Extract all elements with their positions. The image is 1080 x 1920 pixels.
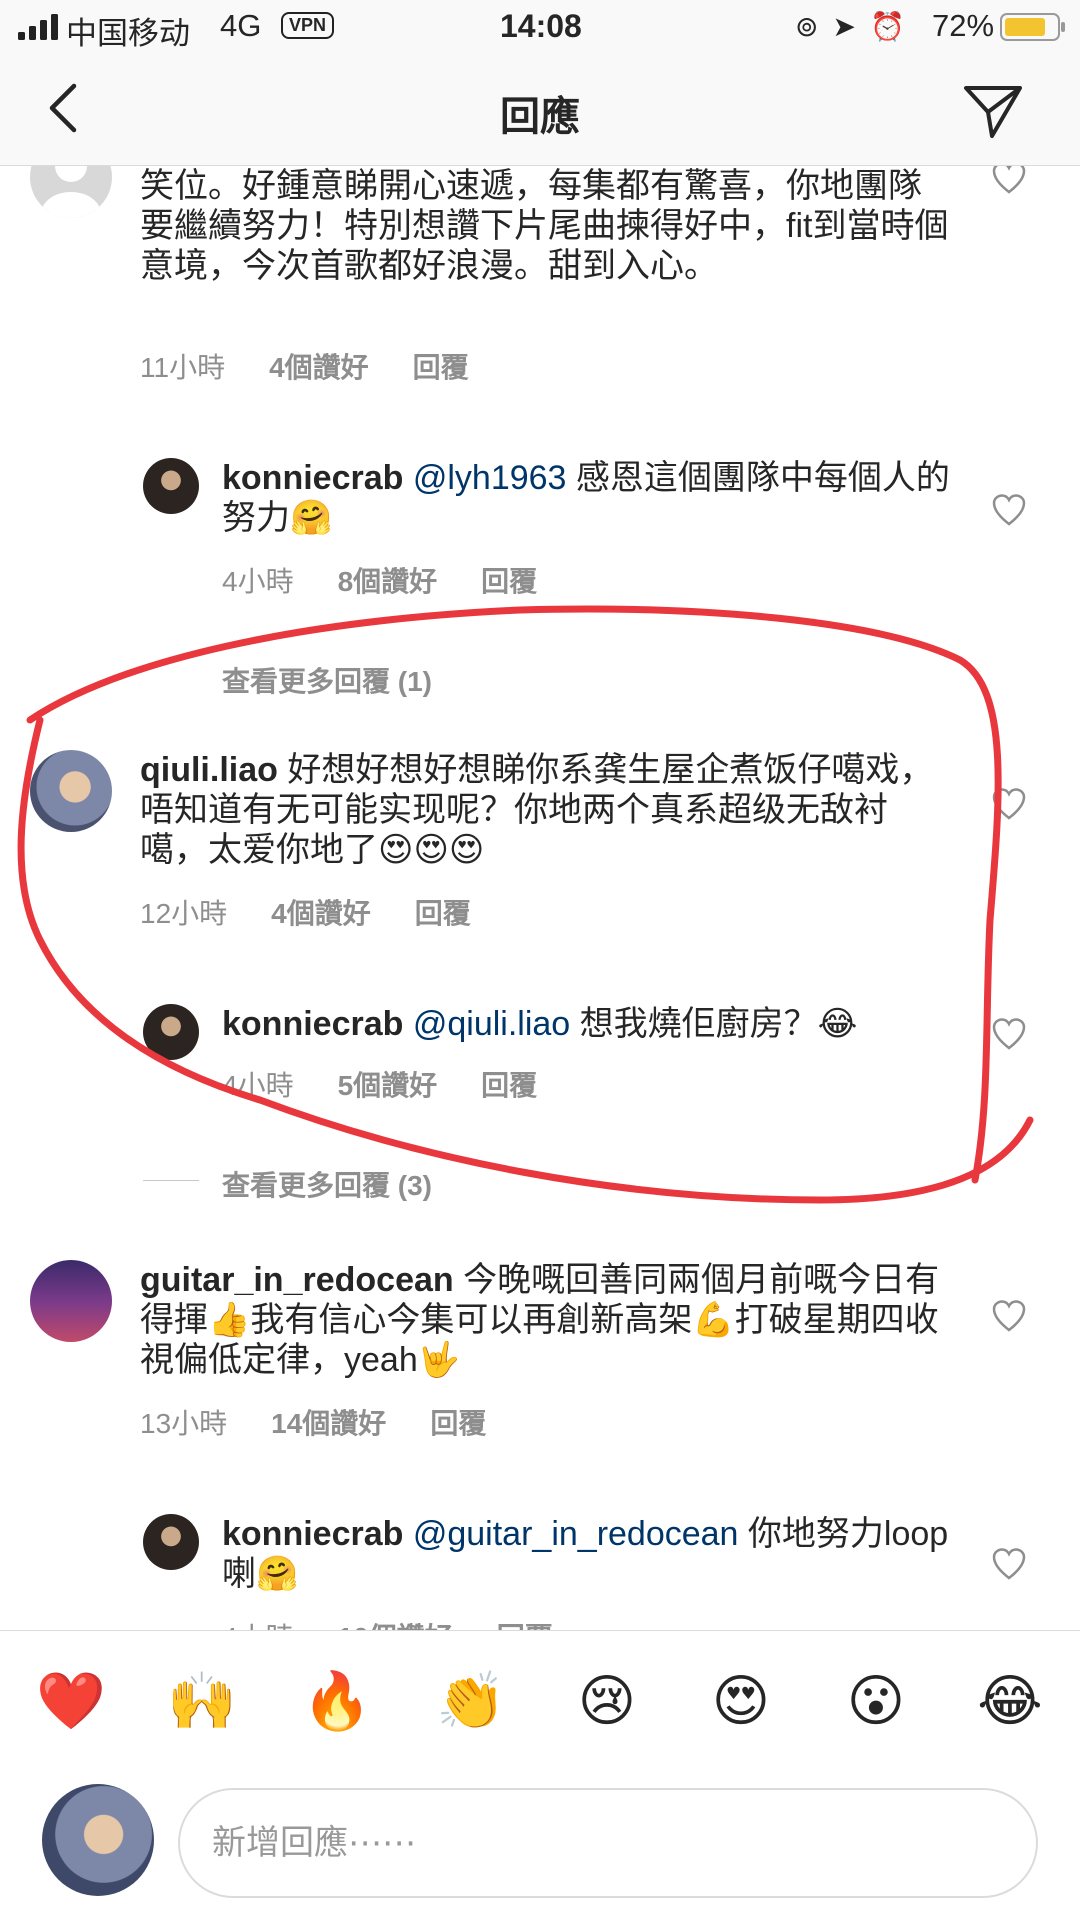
reply-button[interactable]: 回覆: [430, 1408, 486, 1439]
emoji-heart-button[interactable]: ❤️: [36, 1667, 106, 1737]
heart-icon[interactable]: [992, 1548, 1026, 1580]
mention-link[interactable]: @lyh1963: [413, 459, 567, 497]
reply-button[interactable]: 回覆: [413, 352, 469, 383]
heart-icon[interactable]: [992, 788, 1026, 820]
vpn-badge: VPN: [281, 12, 335, 39]
likes-count[interactable]: 14個讚好: [271, 1408, 386, 1439]
emoji-raising-hands-button[interactable]: 🙌: [167, 1667, 237, 1737]
avatar[interactable]: [143, 458, 199, 514]
comments-list: 笑位。好鍾意睇開心速遞，每集都有驚喜，你地團隊要繼續努力！特別想讚下片尾曲揀得好…: [0, 166, 1080, 1630]
rotation-lock-icon: ⊚: [795, 11, 833, 42]
quick-emoji-bar: ❤️ 🙌 🔥 👏 😢 😍 😮 😂: [0, 1630, 1080, 1770]
comment-text: konniecrab @lyh1963 感恩這個團隊中每個人的努力🤗: [222, 458, 982, 538]
reply-button[interactable]: 回覆: [415, 898, 471, 929]
direct-share-icon[interactable]: [960, 78, 1026, 144]
view-more-replies[interactable]: 查看更多回覆 (1): [222, 660, 432, 700]
avatar[interactable]: [30, 166, 112, 218]
username[interactable]: konniecrab: [222, 459, 403, 497]
emoji-cry-button[interactable]: 😢: [572, 1667, 642, 1737]
comment-meta: 12小時 4個讚好 回覆: [140, 892, 515, 932]
comment-input[interactable]: [178, 1788, 1038, 1898]
likes-count[interactable]: 10個讚好: [338, 1622, 453, 1630]
nav-header: 回應: [0, 56, 1080, 166]
alarm-icon: ⏰: [869, 11, 919, 42]
comment-time: 4小時: [222, 1070, 294, 1101]
likes-count[interactable]: 8個讚好: [338, 566, 438, 597]
comment-time: 12小時: [140, 898, 228, 929]
comment-body: 想我燒佢廚房？😂: [570, 1005, 858, 1043]
likes-count[interactable]: 4個讚好: [269, 352, 369, 383]
page-title: 回應: [500, 95, 580, 139]
mention-link[interactable]: @guitar_in_redocean: [413, 1515, 739, 1553]
heart-icon[interactable]: [992, 494, 1026, 526]
comment-text: konniecrab @guitar_in_redocean 你地努力loop喇…: [222, 1514, 982, 1594]
avatar[interactable]: [143, 1514, 199, 1570]
emoji-wow-button[interactable]: 😮: [841, 1667, 911, 1737]
mention-link[interactable]: @qiuli.liao: [413, 1005, 570, 1043]
username[interactable]: konniecrab: [222, 1005, 403, 1043]
username[interactable]: guitar_in_redocean: [140, 1261, 454, 1299]
heart-icon[interactable]: [992, 1300, 1026, 1332]
heart-icon[interactable]: [992, 166, 1026, 194]
avatar[interactable]: [30, 750, 112, 832]
username[interactable]: qiuli.liao: [140, 751, 278, 789]
comment-meta: 4小時 8個讚好 回覆: [222, 560, 581, 600]
reply-button[interactable]: 回覆: [497, 1622, 553, 1630]
clock: 14:08: [500, 8, 582, 44]
emoji-laugh-button[interactable]: 😂: [975, 1667, 1045, 1737]
system-icons: ⊚➤⏰: [795, 10, 919, 43]
comment-time: 11小時: [140, 352, 226, 383]
comment-text: konniecrab @qiuli.liao 想我燒佢廚房？😂: [222, 1004, 982, 1044]
my-avatar: [42, 1784, 154, 1896]
battery-icon: [1000, 13, 1065, 41]
signal-icon: [18, 14, 58, 40]
comment-meta: 11小時 4個讚好 回覆: [140, 346, 513, 386]
reply-button[interactable]: 回覆: [481, 1070, 537, 1101]
view-more-replies[interactable]: 查看更多回覆 (3): [222, 1164, 432, 1204]
battery-percent: 72%: [932, 8, 995, 43]
comment-meta: 4小時 10個讚好 回覆: [222, 1616, 597, 1630]
avatar[interactable]: [143, 1004, 199, 1060]
comment-meta: 13小時 14個讚好 回覆: [140, 1402, 530, 1442]
carrier-label: 中国移动: [66, 16, 190, 51]
comment-meta: 4小時 5個讚好 回覆: [222, 1064, 581, 1104]
divider: [143, 1180, 199, 1181]
comment-text: qiuli.liao 好想好想好想睇你系龚生屋企煮饭仔噶戏，唔知道有无可能实现呢…: [140, 750, 950, 870]
reply-button[interactable]: 回覆: [481, 566, 537, 597]
comment-text: guitar_in_redocean 今晚嘅回善同兩個月前嘅今日有得揮👍我有信心…: [140, 1260, 950, 1380]
heart-icon[interactable]: [992, 1018, 1026, 1050]
location-icon: ➤: [832, 11, 870, 42]
comment-time: 13小時: [140, 1408, 228, 1439]
comment-input-row: [0, 1770, 1080, 1920]
status-bar: 中国移动 4G VPN 14:08 ⊚➤⏰ 72%: [0, 0, 1080, 56]
emoji-fire-button[interactable]: 🔥: [302, 1667, 372, 1737]
comment-time: 4小時: [222, 566, 294, 597]
emoji-clap-button[interactable]: 👏: [436, 1667, 506, 1737]
comment-text: 笑位。好鍾意睇開心速遞，每集都有驚喜，你地團隊要繼續努力！特別想讚下片尾曲揀得好…: [140, 167, 949, 285]
likes-count[interactable]: 5個讚好: [338, 1070, 438, 1101]
network-type: 4G: [220, 8, 262, 43]
emoji-heart-eyes-button[interactable]: 😍: [706, 1667, 776, 1737]
username[interactable]: konniecrab: [222, 1515, 403, 1553]
avatar[interactable]: [30, 1260, 112, 1342]
likes-count[interactable]: 4個讚好: [271, 898, 371, 929]
comment-time: 4小時: [222, 1622, 294, 1630]
